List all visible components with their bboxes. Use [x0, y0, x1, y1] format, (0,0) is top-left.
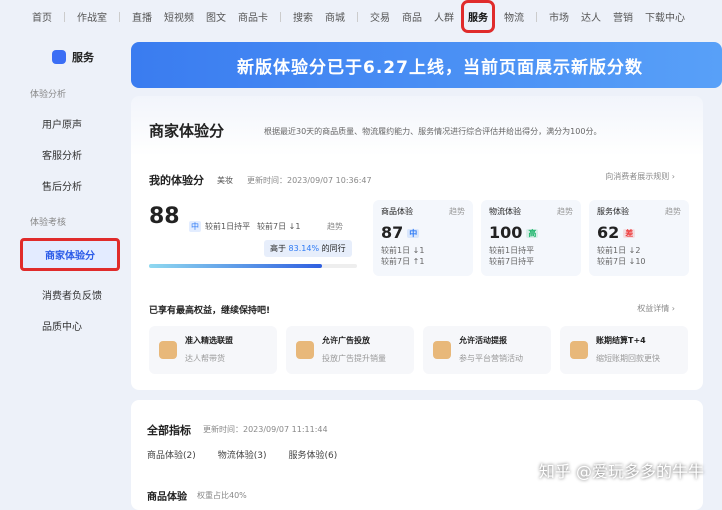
perks-title: 已享有最高权益，继续保持吧!: [149, 306, 271, 316]
sub-compare-1d: 较前1日 ↓1: [381, 246, 425, 255]
sidebar-item-cs-analysis[interactable]: 客服分析: [42, 147, 128, 162]
level-badge: 中: [189, 221, 201, 232]
perk-item[interactable]: 允许活动提报参与平台营销活动: [423, 326, 551, 374]
sub-name: 服务体验: [597, 207, 629, 216]
my-score-title: 我的体验分: [149, 174, 204, 187]
tip-prefix: 高于: [270, 244, 286, 253]
category: 美妆: [217, 176, 233, 185]
percentile-tip: 高于 83.14% 的同行: [264, 240, 352, 257]
score-card: 商家体验分 根据最近30天的商品质量、物流履约能力、服务情况进行综合评估并给出得…: [131, 96, 703, 390]
sub-score-card: 商品体验 趋势 87 中 较前1日 ↓1 较前7日 ↑1: [373, 200, 473, 276]
compare-1d: 较前1日持平: [205, 222, 251, 231]
sub-title: 商品体验: [147, 492, 187, 503]
sub-trend-link[interactable]: 趋势: [557, 206, 573, 217]
perk-icon: [570, 341, 588, 359]
page-title: 商家体验分: [149, 122, 225, 140]
all-metrics-card: 全部指标 更新时间：2023/09/07 11:11:44 商品体验(2) 物流…: [131, 400, 703, 510]
nav-trade[interactable]: 交易: [370, 9, 390, 24]
tab-goods[interactable]: 商品体验(2): [147, 448, 196, 461]
total-score: 88: [149, 204, 180, 229]
perks-link[interactable]: 权益详情 ›: [637, 303, 675, 314]
nav-search[interactable]: 搜索: [293, 9, 313, 24]
nav-market[interactable]: 市场: [549, 9, 569, 24]
sub-compare-7d: 较前7日 ↑1: [381, 257, 425, 266]
sub-name: 物流体验: [489, 207, 521, 216]
sidebar-item-aftersale[interactable]: 售后分析: [42, 178, 128, 193]
nav-live[interactable]: 直播: [132, 9, 152, 24]
watermark: 知乎 @爱玩多多的牛牛: [538, 462, 704, 481]
perk-title: 账期结算T+4: [596, 336, 646, 345]
nav-product-card[interactable]: 商品卡: [238, 9, 268, 24]
sub-score: 62: [597, 223, 620, 242]
sub-score: 87: [381, 223, 404, 242]
perk-desc: 缩短账期回款更快: [596, 354, 660, 363]
perk-item[interactable]: 允许广告投放投放广告提升销量: [286, 326, 414, 374]
section-label: 体验考核: [30, 218, 67, 228]
perk-icon: [296, 341, 314, 359]
perk-desc: 达人帮带货: [185, 354, 225, 363]
sub-trend-link[interactable]: 趋势: [449, 206, 465, 217]
sub-score: 100: [489, 223, 523, 242]
perk-icon: [159, 341, 177, 359]
nav-goods[interactable]: 商品: [402, 9, 422, 24]
nav-talent[interactable]: 达人: [581, 9, 601, 24]
nav-warroom[interactable]: 作战室: [77, 9, 107, 24]
all-updated: 更新时间：2023/09/07 11:11:44: [203, 425, 328, 434]
perk-title: 准入精选联盟: [185, 336, 233, 345]
tip-pct: 83.14%: [288, 244, 320, 253]
percentile-fill: [149, 264, 322, 268]
sub-level-badge: 中: [407, 229, 420, 238]
sub-compare-1d: 较前1日 ↓2: [597, 246, 641, 255]
nav-home[interactable]: 首页: [32, 9, 52, 24]
tab-service[interactable]: 服务体验(6): [289, 448, 338, 461]
nav-video[interactable]: 短视频: [164, 9, 194, 24]
updated-time: 更新时间：2023/09/07 10:36:47: [247, 176, 372, 185]
sidebar-logo: 服务: [52, 49, 128, 65]
nav-service[interactable]: 服务: [461, 0, 495, 33]
perk-item[interactable]: 账期结算T+4 缩短账期回款更快: [560, 326, 688, 374]
nav-crowd[interactable]: 人群: [434, 9, 454, 24]
announcement-banner: 新版体验分已于6.27上线，当前页面展示新版分数: [131, 42, 722, 88]
sidebar: 服务 体验分析 用户原声 客服分析 售后分析 体验考核 商家体验分 消费者负反馈…: [0, 33, 128, 500]
perk-title: 允许活动提报: [459, 336, 507, 345]
sub-level-badge: 高: [526, 229, 539, 238]
page-desc: 根据最近30天的商品质量、物流履约能力、服务情况进行综合评估并给出得分，满分为1…: [264, 127, 602, 136]
my-score-panel: 我的体验分 美妆 更新时间：2023/09/07 10:36:47 向消费者展示…: [141, 156, 693, 386]
rules-link[interactable]: 向消费者展示规则 ›: [605, 171, 675, 182]
perk-icon: [433, 341, 451, 359]
sub-name: 商品体验: [381, 207, 413, 216]
service-icon: [52, 50, 66, 64]
sidebar-item-quality[interactable]: 品质中心: [42, 318, 128, 333]
nav-logistics[interactable]: 物流: [504, 9, 524, 24]
top-nav: 首页 作战室 直播 短视频 图文 商品卡 搜索 商城 交易 商品 人群 服务 物…: [0, 0, 722, 33]
sub-score-card: 服务体验 趋势 62 差 较前1日 ↓2 较前7日 ↓10: [589, 200, 689, 276]
sub-compare-1d: 较前1日持平: [489, 246, 535, 255]
sub-level-badge: 差: [623, 229, 636, 238]
perk-item[interactable]: 准入精选联盟 达人帮带货: [149, 326, 277, 374]
sidebar-item-negative-feedback[interactable]: 消费者负反馈: [42, 287, 128, 302]
perk-title: 允许广告投放: [322, 336, 370, 345]
section-label: 体验分析: [30, 90, 67, 100]
sub-trend-link[interactable]: 趋势: [665, 206, 681, 217]
percentile-bar: [149, 264, 357, 268]
sub-compare-7d: 较前7日 ↓10: [597, 257, 646, 266]
weight: 权重占比40%: [197, 491, 247, 500]
sub-compare-7d: 较前7日持平: [489, 257, 535, 266]
sub-score-card: 物流体验 趋势 100 高 较前1日持平 较前7日持平: [481, 200, 581, 276]
perk-desc: 参与平台营销活动: [459, 354, 523, 363]
perk-desc: 投放广告提升销量: [322, 354, 386, 363]
compare-7d: 较前7日 ↓1: [257, 222, 301, 231]
nav-marketing[interactable]: 营销: [613, 9, 633, 24]
tip-suffix: 的同行: [321, 244, 346, 253]
sidebar-item-user-voice[interactable]: 用户原声: [42, 116, 128, 131]
tab-logistics[interactable]: 物流体验(3): [218, 448, 267, 461]
sidebar-item-merchant-score[interactable]: 商家体验分: [20, 238, 120, 271]
trend-link[interactable]: 趋势: [327, 221, 343, 232]
nav-mall[interactable]: 商城: [325, 9, 345, 24]
sidebar-title: 服务: [72, 51, 94, 64]
nav-download[interactable]: 下载中心: [645, 9, 685, 24]
nav-article[interactable]: 图文: [206, 9, 226, 24]
metric-tabs: 商品体验(2) 物流体验(3) 服务体验(6): [147, 448, 337, 461]
all-metrics-title: 全部指标: [147, 424, 191, 437]
